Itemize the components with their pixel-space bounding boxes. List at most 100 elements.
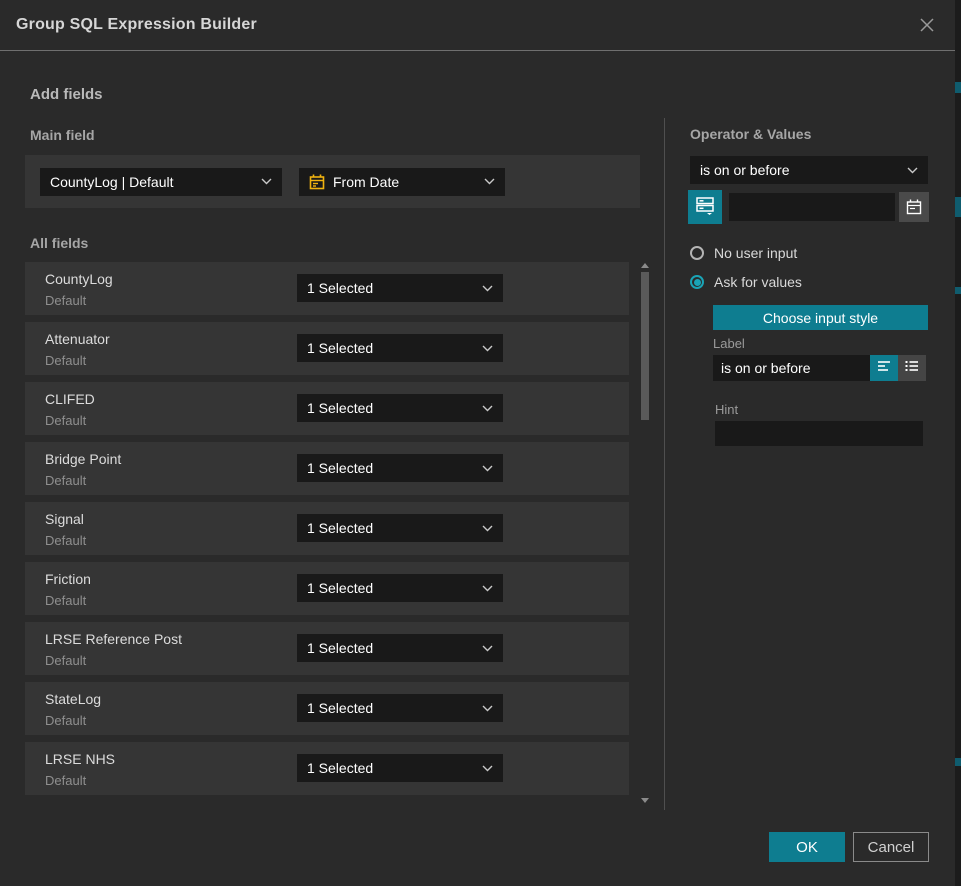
field-row: CLIFED Default 1 Selected bbox=[25, 382, 629, 435]
field-name: Friction bbox=[45, 571, 91, 587]
label-field-label: Label bbox=[713, 336, 745, 351]
field-sublabel: Default bbox=[45, 653, 86, 668]
ok-button[interactable]: OK bbox=[769, 832, 845, 862]
scrollbar-down-arrow[interactable] bbox=[641, 798, 649, 803]
radio-unselected-icon bbox=[690, 246, 704, 260]
field-selected-value: 1 Selected bbox=[307, 640, 373, 656]
field-sublabel: Default bbox=[45, 773, 86, 788]
field-name: Signal bbox=[45, 511, 84, 527]
radio-no-user-input-label: No user input bbox=[714, 245, 797, 261]
scrollbar-thumb[interactable] bbox=[641, 272, 649, 420]
chevron-down-icon bbox=[261, 178, 272, 185]
chevron-down-icon bbox=[482, 765, 493, 772]
field-sublabel: Default bbox=[45, 533, 86, 548]
field-row: StateLog Default 1 Selected bbox=[25, 682, 629, 735]
chevron-down-icon bbox=[482, 705, 493, 712]
list-icon bbox=[905, 359, 919, 377]
scrollbar-up-arrow[interactable] bbox=[641, 263, 649, 268]
input-style-text-button[interactable] bbox=[870, 355, 898, 381]
date-picker-button[interactable] bbox=[899, 192, 929, 222]
field-row: Signal Default 1 Selected bbox=[25, 502, 629, 555]
label-input[interactable] bbox=[713, 355, 870, 381]
backdrop-accent bbox=[955, 197, 961, 217]
chevron-down-icon bbox=[482, 285, 493, 292]
calendar-icon bbox=[309, 174, 325, 190]
field-selected-dropdown[interactable]: 1 Selected bbox=[297, 694, 503, 722]
field-sublabel: Default bbox=[45, 473, 86, 488]
field-name: CountyLog bbox=[45, 271, 113, 287]
main-field-heading: Main field bbox=[30, 127, 95, 143]
field-name: LRSE Reference Post bbox=[45, 631, 182, 647]
cancel-button[interactable]: Cancel bbox=[853, 832, 929, 862]
field-selected-value: 1 Selected bbox=[307, 700, 373, 716]
radio-selected-icon bbox=[690, 275, 704, 289]
calendar-icon bbox=[906, 199, 922, 215]
field-selected-dropdown[interactable]: 1 Selected bbox=[297, 574, 503, 602]
main-field-date-dropdown[interactable]: From Date bbox=[299, 168, 505, 196]
align-left-icon bbox=[877, 359, 891, 377]
backdrop-accent bbox=[955, 287, 961, 294]
field-selected-value: 1 Selected bbox=[307, 400, 373, 416]
field-sublabel: Default bbox=[45, 353, 86, 368]
field-selected-dropdown[interactable]: 1 Selected bbox=[297, 394, 503, 422]
backdrop-edge bbox=[955, 0, 961, 886]
chevron-down-icon bbox=[484, 178, 495, 185]
backdrop-accent bbox=[955, 82, 961, 93]
field-selected-value: 1 Selected bbox=[307, 580, 373, 596]
chevron-down-icon bbox=[482, 585, 493, 592]
field-values-icon bbox=[695, 195, 715, 220]
chevron-down-icon bbox=[482, 525, 493, 532]
field-sublabel: Default bbox=[45, 293, 86, 308]
field-selected-value: 1 Selected bbox=[307, 760, 373, 776]
radio-no-user-input[interactable]: No user input bbox=[690, 245, 797, 261]
field-row: Friction Default 1 Selected bbox=[25, 562, 629, 615]
field-name: Bridge Point bbox=[45, 451, 121, 467]
column-divider bbox=[664, 118, 665, 810]
operator-values-heading: Operator & Values bbox=[690, 126, 811, 142]
operator-dropdown[interactable]: is on or before bbox=[690, 156, 928, 184]
field-selected-value: 1 Selected bbox=[307, 520, 373, 536]
field-selected-value: 1 Selected bbox=[307, 340, 373, 356]
field-row: Bridge Point Default 1 Selected bbox=[25, 442, 629, 495]
field-selected-dropdown[interactable]: 1 Selected bbox=[297, 334, 503, 362]
field-selected-value: 1 Selected bbox=[307, 460, 373, 476]
field-name: StateLog bbox=[45, 691, 101, 707]
dialog-title: Group SQL Expression Builder bbox=[16, 16, 257, 34]
all-fields-list: CountyLog Default 1 Selected Attenuator … bbox=[25, 262, 629, 802]
field-selected-dropdown[interactable]: 1 Selected bbox=[297, 454, 503, 482]
field-selected-dropdown[interactable]: 1 Selected bbox=[297, 514, 503, 542]
field-selected-dropdown[interactable]: 1 Selected bbox=[297, 274, 503, 302]
hint-field-label: Hint bbox=[715, 402, 738, 417]
field-row: LRSE Reference Post Default 1 Selected bbox=[25, 622, 629, 675]
radio-ask-for-values[interactable]: Ask for values bbox=[690, 274, 802, 290]
field-selected-dropdown[interactable]: 1 Selected bbox=[297, 754, 503, 782]
dialog-header: Group SQL Expression Builder bbox=[0, 0, 955, 51]
hint-input[interactable] bbox=[715, 421, 923, 446]
chevron-down-icon bbox=[482, 405, 493, 412]
main-field-source-dropdown[interactable]: CountyLog | Default bbox=[40, 168, 282, 196]
field-selected-value: 1 Selected bbox=[307, 280, 373, 296]
all-fields-heading: All fields bbox=[30, 235, 88, 251]
field-row: LRSE NHS Default 1 Selected bbox=[25, 742, 629, 795]
main-field-source-value: CountyLog | Default bbox=[50, 174, 174, 190]
field-sublabel: Default bbox=[45, 713, 86, 728]
field-name: LRSE NHS bbox=[45, 751, 115, 767]
field-row: CountyLog Default 1 Selected bbox=[25, 262, 629, 315]
set-value-source-button[interactable] bbox=[688, 190, 722, 224]
chevron-down-icon bbox=[907, 167, 918, 174]
radio-ask-for-values-label: Ask for values bbox=[714, 274, 802, 290]
field-name: CLIFED bbox=[45, 391, 95, 407]
field-sublabel: Default bbox=[45, 413, 86, 428]
operator-value: is on or before bbox=[700, 162, 790, 178]
close-icon[interactable] bbox=[917, 15, 937, 35]
date-value-input[interactable] bbox=[729, 193, 895, 221]
choose-input-style-button[interactable]: Choose input style bbox=[713, 305, 928, 330]
chevron-down-icon bbox=[482, 345, 493, 352]
chevron-down-icon bbox=[482, 645, 493, 652]
field-selected-dropdown[interactable]: 1 Selected bbox=[297, 634, 503, 662]
field-row: Attenuator Default 1 Selected bbox=[25, 322, 629, 375]
add-fields-heading: Add fields bbox=[30, 86, 103, 103]
main-field-date-value: From Date bbox=[333, 174, 399, 190]
chevron-down-icon bbox=[482, 465, 493, 472]
input-style-list-button[interactable] bbox=[898, 355, 926, 381]
